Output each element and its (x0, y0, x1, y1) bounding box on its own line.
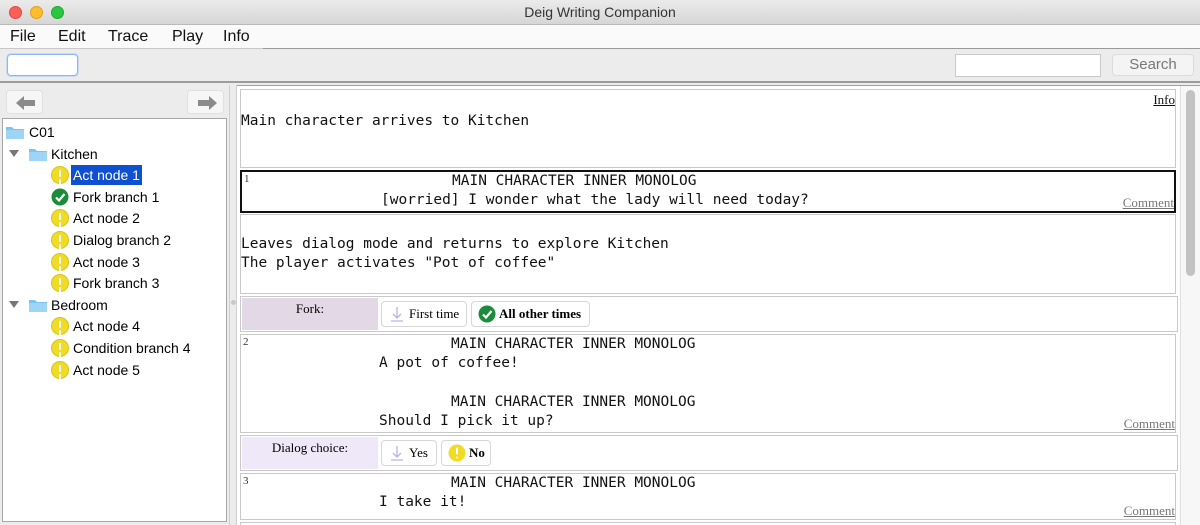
menu-file[interactable]: File (10, 28, 36, 46)
fork-label: Fork: (242, 298, 378, 330)
narration-block[interactable]: Leaves dialog mode and returns to explor… (240, 214, 1176, 294)
folder-icon (6, 127, 24, 139)
node-number: 1 (244, 173, 250, 185)
tree-group[interactable]: Bedroom (3, 295, 223, 315)
dialog-option-no[interactable]: No (441, 440, 491, 466)
arrow-right-icon (198, 96, 217, 110)
warning-icon (51, 274, 69, 293)
intro-text: Main character arrives to Kitchen (241, 113, 530, 129)
forward-button[interactable] (187, 90, 224, 114)
fork-option-first-time[interactable]: First time (381, 301, 467, 327)
speaker-name: MAIN CHARACTER INNER MONOLOG (452, 173, 697, 189)
tree-item-label: Condition branch 4 (73, 340, 191, 356)
speaker-name: MAIN CHARACTER INNER MONOLOG (451, 394, 696, 410)
tree-item-label: Act node 4 (73, 318, 140, 335)
splitter-grip[interactable] (231, 300, 236, 305)
folder-icon (29, 148, 47, 161)
arrow-down-icon (391, 446, 403, 461)
dialog-choice-label: Dialog choice: (242, 437, 378, 469)
back-button[interactable] (6, 90, 43, 114)
check-icon (478, 305, 496, 323)
dialog-choice-row: Dialog choice: Yes No (240, 435, 1178, 471)
tree-root[interactable]: C01 (3, 122, 223, 142)
warning-icon (51, 166, 69, 185)
minimize-window-button[interactable] (30, 6, 43, 19)
search-input[interactable] (955, 54, 1101, 77)
comment-link[interactable]: Comment (1124, 416, 1175, 432)
scroll-thumb[interactable] (1186, 90, 1195, 276)
dialog-line: [worried] I wonder what the lady will ne… (381, 192, 809, 208)
toolbar: Search (0, 49, 1200, 83)
tree-item[interactable]: Condition branch 4 (3, 338, 223, 358)
story-tree[interactable]: C01 Kitchen Act node 1 Fork branch 1 Act no… (2, 118, 227, 522)
search-button[interactable]: Search (1112, 54, 1194, 76)
maximize-window-button[interactable] (51, 6, 64, 19)
arrow-left-icon (16, 96, 35, 110)
menu-info[interactable]: Info (223, 28, 250, 46)
tree-item[interactable]: Act node 4 (3, 316, 223, 336)
tree-item-label: Fork branch 3 (73, 275, 160, 292)
tree-item[interactable]: Fork branch 3 (3, 273, 223, 293)
dialog-line: I take it! (379, 494, 467, 510)
narration-line: Leaves dialog mode and returns to explor… (241, 236, 669, 252)
dialog-line: Should I pick it up? (379, 413, 554, 429)
tree-group-label: Bedroom (51, 296, 108, 313)
script-view: Info Main character arrives to Kitchen 1… (237, 85, 1200, 525)
fork-option-all-other-times[interactable]: All other times (471, 301, 590, 327)
dialog-node-3[interactable]: 3 MAIN CHARACTER INNER MONOLOG I take it… (240, 473, 1176, 520)
tree-item-label: Act node 5 (73, 361, 140, 378)
tree-group[interactable]: Kitchen (3, 144, 223, 164)
tree-root-label: C01 (29, 124, 55, 140)
dialog-node-1[interactable]: 1 MAIN CHARACTER INNER MONOLOG [worried]… (240, 170, 1176, 213)
folder-icon (29, 299, 47, 312)
pane-splitter[interactable] (229, 85, 237, 525)
warning-icon (51, 209, 69, 228)
comment-link[interactable]: Comment (1123, 195, 1174, 211)
node-number: 3 (243, 475, 249, 487)
warning-icon (51, 252, 69, 271)
speaker-name: MAIN CHARACTER INNER MONOLOG (451, 475, 696, 491)
tree-item-label: Dialog branch 2 (73, 232, 172, 248)
navigation-pane: C01 Kitchen Act node 1 Fork branch 1 Act no… (0, 85, 229, 525)
tree-item[interactable]: Fork branch 1 (3, 187, 223, 207)
expand-toggle-icon[interactable] (9, 149, 19, 157)
warning-icon (448, 444, 466, 462)
tree-item[interactable]: Dialog branch 2 (3, 230, 223, 250)
dialog-node-2[interactable]: 2 MAIN CHARACTER INNER MONOLOG A pot of … (240, 334, 1176, 433)
title-bar: Deig Writing Companion (0, 0, 1200, 25)
expand-toggle-icon[interactable] (9, 300, 19, 308)
node-number: 2 (243, 336, 249, 348)
warning-icon (51, 360, 69, 379)
speaker-name: MAIN CHARACTER INNER MONOLOG (451, 336, 696, 352)
close-window-button[interactable] (9, 6, 22, 19)
check-circle-icon (51, 188, 69, 206)
menu-bar: File Edit Trace Play Info (0, 25, 1200, 49)
intro-block[interactable]: Info Main character arrives to Kitchen (240, 89, 1176, 168)
menu-play[interactable]: Play (172, 28, 203, 46)
warning-icon (51, 339, 69, 357)
menu-trace[interactable]: Trace (108, 28, 148, 46)
vertical-scrollbar[interactable] (1180, 86, 1200, 525)
dialog-line: A pot of coffee! (379, 355, 519, 371)
info-link[interactable]: Info (1153, 92, 1175, 108)
tree-item[interactable]: Act node 1 (3, 165, 223, 186)
window-title: Deig Writing Companion (524, 4, 676, 20)
tree-item-label: Act node 2 (73, 210, 140, 227)
tree-item[interactable]: Act node 5 (3, 360, 223, 380)
tree-item-label: Fork branch 1 (73, 188, 160, 205)
menu-edit[interactable]: Edit (58, 28, 86, 46)
narration-line: The player activates "Pot of coffee" (241, 255, 556, 271)
tree-group-label: Kitchen (51, 145, 98, 162)
fork-row: Fork: First time All other times (240, 296, 1178, 332)
node-id-field[interactable] (7, 54, 78, 76)
warning-icon (51, 317, 69, 336)
comment-link[interactable]: Comment (1124, 503, 1175, 519)
tree-item-label: Act node 1 (71, 165, 142, 186)
dialog-option-yes[interactable]: Yes (381, 440, 437, 466)
tree-item[interactable]: Act node 3 (3, 252, 223, 272)
tree-item-label: Act node 3 (73, 253, 140, 270)
tree-item[interactable]: Act node 2 (3, 208, 223, 228)
warning-icon (51, 231, 69, 249)
arrow-down-icon (391, 307, 403, 322)
